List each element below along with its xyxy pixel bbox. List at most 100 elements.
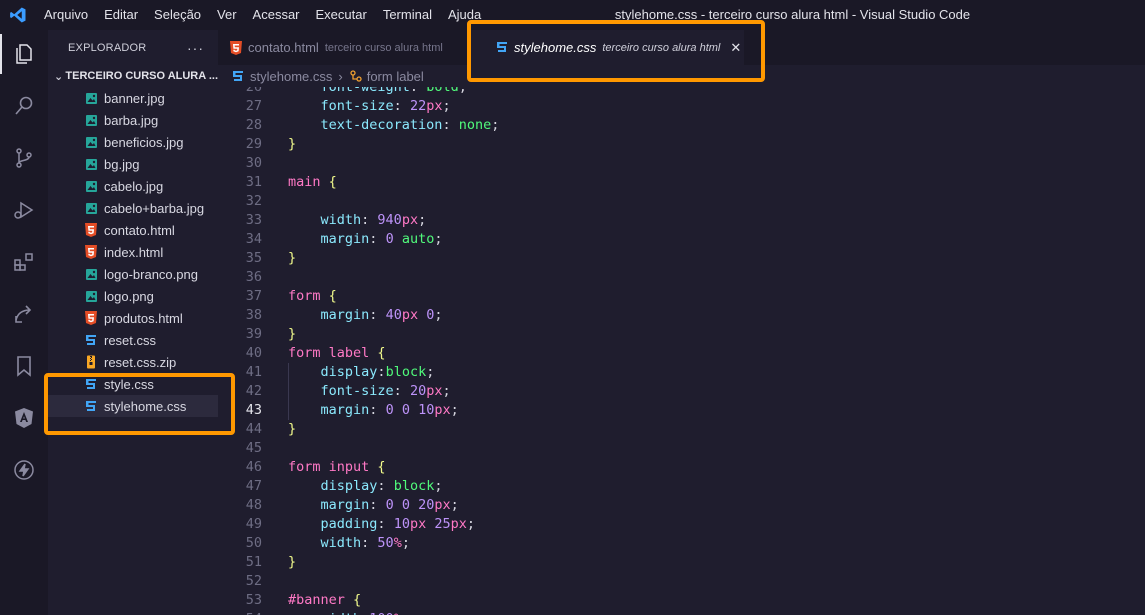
code-line: 31 main { [218,173,1145,192]
live-share-icon[interactable] [0,290,48,338]
code-token: form input [288,459,370,475]
code-line: 45 [218,439,1145,458]
code-line: 41 display:block; [218,363,1145,382]
code-token: ; [442,383,451,399]
code-token: : [369,402,386,418]
code-token: margin [320,307,370,323]
code-line: 33 width: 940px; [218,211,1145,230]
code-editor[interactable]: 26 font-weight: bold; 27 font-size: 22px;… [218,87,1145,615]
file-label: beneficios.jpg [104,134,184,150]
code-token: px [409,516,427,532]
breadcrumb-symbol[interactable]: form label [367,69,424,84]
extensions-icon[interactable] [0,238,48,286]
chevron-down-icon: ⌄ [54,70,64,83]
menu-item-arquivo[interactable]: Arquivo [36,0,96,30]
code-line: 36 [218,268,1145,287]
explorer-sidebar: EXPLORADOR ··· ⌄ TERCEIRO CURSO ALURA ..… [48,30,218,615]
line-number: 35 [245,250,262,266]
code-token: #banner [288,592,345,608]
code-text: } [288,553,296,572]
file-item[interactable]: banner.jpg [48,87,218,109]
run-debug-icon[interactable] [0,186,48,234]
code-token: : [361,212,378,228]
search-icon[interactable] [0,82,48,130]
menu-item-terminal[interactable]: Terminal [375,0,440,30]
symbol-icon [349,69,363,83]
code-token: font-size [320,383,394,399]
code-token: padding [320,516,378,532]
code-token: margin [320,497,370,513]
code-token: 20 [409,383,427,399]
code-text: font-weight: bold; [288,87,467,97]
html-file-icon [84,223,98,237]
file-item[interactable]: cabelo+barba.jpg [48,197,218,219]
code-token: ; [434,231,443,247]
file-item[interactable]: bg.jpg [48,153,218,175]
code-token: ; [434,478,443,494]
code-token: : [377,516,394,532]
file-label: logo.png [104,288,154,304]
line-number: 31 [245,174,262,190]
line-number: 50 [245,535,262,551]
menu-item-acessar[interactable]: Acessar [245,0,308,30]
code-token: 25 [434,516,451,532]
bookmark-icon[interactable] [0,342,48,390]
file-item[interactable]: logo.png [48,285,218,307]
file-item[interactable]: barba.jpg [48,109,218,131]
menu-item-executar[interactable]: Executar [308,0,375,30]
indent-guide [288,363,289,420]
file-item[interactable]: cabelo.jpg [48,175,218,197]
source-control-icon[interactable] [0,134,48,182]
code-token: : [369,497,386,513]
code-token: : [361,535,378,551]
file-item[interactable]: reset.css [48,329,218,351]
code-token: 0 [385,231,394,247]
menu-item-ver[interactable]: Ver [209,0,245,30]
code-line: 26 font-weight: bold; [218,87,1145,97]
menu-item-seleção[interactable]: Seleção [146,0,209,30]
code-token: ; [402,611,410,615]
code-token: ; [426,364,435,380]
line-number: 36 [245,269,262,285]
vscode-logo-icon[interactable] [0,0,36,30]
code-token: : [369,307,386,323]
code-line: 42 font-size: 20px; [218,382,1145,401]
code-token: : [369,231,386,247]
code-token: { [353,592,362,608]
file-item[interactable]: beneficios.jpg [48,131,218,153]
line-number: 51 [245,554,262,570]
line-number: 33 [245,212,262,228]
image-file-icon [84,201,98,215]
project-folder[interactable]: ⌄ TERCEIRO CURSO ALURA ... [48,65,218,87]
code-token: 22 [409,98,427,114]
file-item[interactable]: reset.css.zip [48,351,218,373]
code-text: form { [288,287,337,306]
explorer-icon[interactable] [0,30,48,78]
file-item[interactable]: produtos.html [48,307,218,329]
code-line: 27 font-size: 22px; [218,97,1145,116]
file-item[interactable]: contato.html [48,219,218,241]
code-token: { [377,459,386,475]
image-file-icon [84,113,98,127]
code-text: font-size: 22px; [288,97,451,116]
code-token: width [320,212,362,228]
file-item[interactable]: logo-branco.png [48,263,218,285]
lightning-icon[interactable] [0,446,48,494]
code-line: 53 #banner { [218,591,1145,610]
angular-icon[interactable] [0,394,48,442]
code-token: % [393,535,402,551]
tab-contato-html[interactable]: contato.html terceiro curso alura html [218,30,468,65]
code-token: none [458,117,492,133]
more-actions-icon[interactable]: ··· [187,40,204,56]
file-item[interactable]: index.html [48,241,218,263]
image-file-icon [84,289,98,303]
breadcrumb-file[interactable]: stylehome.css [250,69,332,84]
code-token: block [393,478,435,494]
menu-item-editar[interactable]: Editar [96,0,146,30]
code-token: px [401,307,419,323]
